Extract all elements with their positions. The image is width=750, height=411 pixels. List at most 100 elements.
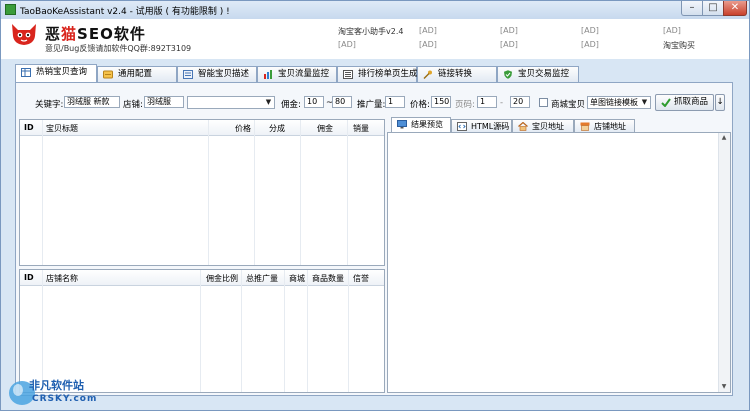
column-header[interactable]: 商品数量 (312, 273, 344, 284)
mall-items-checkbox[interactable] (539, 98, 548, 107)
column-header[interactable]: 宝贝标题 (46, 123, 78, 134)
column-header[interactable]: 分成 (269, 123, 285, 134)
column-header[interactable]: 商城 (289, 273, 305, 284)
column-header[interactable]: 销量 (353, 123, 369, 134)
ad-link[interactable]: [AD] (419, 26, 437, 35)
tab-label: 宝贝地址 (532, 122, 564, 131)
fetch-products-button[interactable]: 抓取商品 (655, 94, 714, 111)
page-to-input[interactable]: 20 (510, 96, 530, 108)
tab-label: 结果预览 (411, 120, 443, 129)
products-table[interactable]: ID 宝贝标题 价格 分成 佣金 销量 (19, 119, 385, 266)
column-header[interactable]: ID (24, 273, 34, 282)
fetch-dropdown-button[interactable]: ↓ (715, 94, 725, 111)
taobao-buy-link[interactable]: 淘宝购买 (663, 40, 695, 51)
commission-min-input[interactable]: 10 (304, 96, 324, 108)
tab-label: 宝贝流量监控 (278, 69, 330, 79)
ad-link[interactable]: 淘宝客小助手v2.4 (338, 26, 403, 37)
tab-general-settings[interactable]: 通用配置 (97, 66, 177, 82)
keyword-input[interactable]: 羽绒服 新款 (64, 96, 120, 108)
logo-text: 恶猫SEO软件 (45, 25, 146, 43)
promo-input[interactable]: 1 (385, 96, 405, 108)
page-separator: - (500, 98, 504, 108)
tab-label: 热销宝贝查询 (36, 67, 88, 77)
watermark-site-name: 非凡软件站 (29, 379, 84, 392)
ad-link[interactable]: [AD] (500, 26, 518, 35)
minimize-button[interactable]: – (681, 1, 703, 16)
tab-trade-monitor[interactable]: 宝贝交易监控 (497, 66, 579, 82)
bar-chart-icon (264, 70, 272, 79)
tab-item-url[interactable]: 宝贝地址 (512, 119, 574, 133)
template-select[interactable]: 单图链接模板 ▼ (587, 96, 651, 109)
maximize-button[interactable]: □ (702, 1, 724, 16)
tab-label: 店铺地址 (594, 122, 626, 131)
shops-table-header: ID 店铺名称 佣金比例 总推广量 商城 商品数量 信誉 (20, 270, 384, 286)
page-from-input[interactable]: 1 (477, 96, 497, 108)
tab-label: 排行榜单页生成 (358, 69, 418, 79)
tab-label: 宝贝交易监控 (518, 69, 570, 79)
keyword-label: 关键字: (35, 100, 64, 110)
commission-max-input[interactable]: 80 (332, 96, 352, 108)
table-icon (21, 68, 31, 77)
shop-label: 店铺: (123, 100, 143, 110)
feedback-qq-text: 意见/Bug反馈请加软件QQ群:892T3109 (45, 44, 192, 53)
vertical-scrollbar[interactable]: ▲ ▼ (718, 133, 730, 392)
title-bar: TaoBaoKeAssistant v2.4 - 试用版 ( 有功能限制 ) !… (1, 1, 749, 19)
column-header[interactable]: 店铺名称 (46, 273, 78, 284)
price-input[interactable]: 150 (431, 96, 451, 108)
tab-label: 智能宝贝描述 (198, 69, 250, 79)
list-page-icon (343, 70, 353, 79)
cat-logo-icon (12, 24, 36, 45)
tab-result-preview[interactable]: 结果预览 (391, 117, 451, 133)
column-header[interactable]: 总推广量 (246, 273, 278, 284)
header-banner: 恶猫SEO软件 意见/Bug反馈请加软件QQ群:892T3109 淘宝客小助手v… (1, 19, 749, 59)
template-value: 单图链接模板 (590, 98, 638, 107)
tab-label: HTML源码 (471, 122, 510, 131)
ad-link[interactable]: [AD] (663, 26, 681, 35)
tab-label: 链接转换 (438, 69, 473, 79)
scroll-up-icon[interactable]: ▲ (719, 133, 729, 143)
price-label: 价格: (410, 100, 430, 110)
column-header[interactable]: ID (24, 123, 34, 132)
tab-ranking-page[interactable]: 排行榜单页生成 (337, 66, 418, 82)
tab-smart-description[interactable]: 智能宝贝描述 (177, 66, 257, 82)
category-select[interactable]: ▼ (187, 96, 275, 109)
chevron-down-icon: ▼ (265, 98, 272, 106)
ad-link[interactable]: [AD] (581, 26, 599, 35)
column-header[interactable]: 价格 (235, 123, 251, 134)
tab-label: 通用配置 (118, 69, 153, 79)
app-icon (5, 4, 16, 15)
column-header[interactable]: 佣金比例 (206, 273, 238, 284)
shop-input[interactable]: 羽绒服 (144, 96, 184, 108)
ad-link[interactable]: [AD] (338, 40, 356, 49)
ad-link[interactable]: [AD] (581, 40, 599, 49)
column-header[interactable]: 信誉 (353, 273, 369, 284)
column-header[interactable]: 佣金 (317, 123, 333, 134)
ad-link[interactable]: [AD] (500, 40, 518, 49)
window-title: TaoBaoKeAssistant v2.4 - 试用版 ( 有功能限制 ) ! (20, 7, 230, 17)
settings-icon (103, 70, 113, 79)
mall-items-label: 商城宝贝 (551, 100, 586, 110)
chevron-down-icon: ▼ (641, 98, 648, 106)
document-icon (183, 70, 193, 79)
page-label: 页码: (455, 100, 475, 110)
scroll-down-icon[interactable]: ▼ (719, 382, 729, 392)
shield-icon (504, 70, 512, 79)
tab-shop-url[interactable]: 店铺地址 (574, 119, 635, 133)
app-window: TaoBaoKeAssistant v2.4 - 试用版 ( 有功能限制 ) !… (0, 0, 750, 411)
result-preview-pane[interactable]: ▲ ▼ (387, 132, 731, 393)
tab-hot-items[interactable]: 热销宝贝查询 (15, 64, 97, 82)
tab-traffic-monitor[interactable]: 宝贝流量监控 (257, 66, 337, 82)
watermark-domain: CRSKY.com (32, 394, 98, 404)
fetch-products-label: 抓取商品 (674, 97, 709, 107)
tab-link-convert[interactable]: 链接转换 (417, 66, 497, 82)
code-icon (457, 122, 467, 131)
arrow-down-icon: ↓ (716, 97, 724, 107)
tab-html-source[interactable]: HTML源码 (451, 119, 512, 133)
close-button[interactable]: ✕ (723, 1, 747, 16)
store-icon (580, 122, 590, 131)
monitor-icon (397, 120, 407, 129)
ad-link[interactable]: [AD] (419, 40, 437, 49)
key-icon (423, 70, 432, 79)
home-icon (518, 122, 528, 131)
commission-label: 佣金: (281, 100, 301, 110)
